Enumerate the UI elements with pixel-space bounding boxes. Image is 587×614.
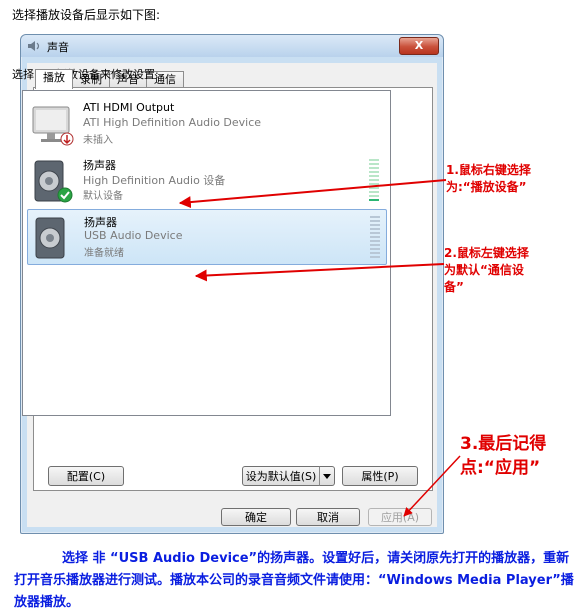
device-item-speaker-hd[interactable]: 扬声器 High Definition Audio 设备 默认设备	[27, 153, 385, 207]
set-default-button[interactable]: 设为默认值(S)	[242, 466, 320, 486]
device-description: ATI High Definition Audio Device	[83, 116, 262, 129]
annotation-1-line-2: 为:“播放设备”	[446, 180, 527, 194]
device-status: 准备就绪	[84, 248, 124, 259]
annotation-3-line-1: 3.最后记得	[460, 434, 547, 454]
device-status: 默认设备	[83, 191, 123, 202]
chevron-down-icon	[323, 474, 331, 479]
device-description: USB Audio Device	[84, 229, 183, 242]
tab-playback[interactable]: 播放	[35, 69, 73, 89]
annotation-1: 1.鼠标右键选择 为:“播放设备”	[446, 162, 531, 196]
device-item-speaker-usb[interactable]: 扬声器 USB Audio Device 准备就绪	[27, 209, 387, 265]
annotation-3-line-2: 点:“应用”	[460, 458, 541, 478]
close-button[interactable]: X	[399, 37, 439, 55]
properties-button[interactable]: 属性(P)	[342, 466, 418, 486]
annotation-1-line-1: 1.鼠标右键选择	[446, 163, 531, 177]
level-meter	[370, 216, 380, 258]
level-meter	[369, 159, 379, 201]
device-name: ATI HDMI Output	[83, 101, 175, 114]
hdmi-monitor-icon	[32, 106, 74, 146]
annotation-2-line-2: 为默认“通信设	[444, 263, 524, 277]
speaker-icon	[34, 160, 73, 203]
annotation-2-line-1: 2.鼠标左键选择	[444, 246, 529, 260]
ok-button[interactable]: 确定	[221, 508, 291, 526]
annotation-3: 3.最后记得 点:“应用”	[460, 432, 546, 480]
device-description: High Definition Audio 设备	[83, 174, 226, 187]
device-item-hdmi[interactable]: ATI HDMI Output ATI High Definition Audi…	[27, 97, 385, 151]
device-list[interactable]: ATI HDMI Output ATI High Definition Audi…	[22, 90, 391, 416]
window-title: 声音	[47, 41, 69, 54]
device-status: 未插入	[83, 135, 113, 146]
speaker-icon	[28, 41, 40, 51]
apply-button[interactable]: 应用(A)	[368, 508, 432, 526]
annotation-2-line-3: 备”	[444, 280, 464, 294]
annotation-2: 2.鼠标左键选择 为默认“通信设 备”	[444, 245, 529, 296]
set-default-dropdown[interactable]	[319, 466, 335, 486]
cancel-button[interactable]: 取消	[296, 508, 360, 526]
footer-instructions: 选择 非 “USB Audio Device”的扬声器。设置好后，请关闭原先打开…	[14, 551, 574, 610]
configure-button[interactable]: 配置(C)	[48, 466, 124, 486]
instruction-text: 选择以下播放设备来修改设置:	[12, 68, 159, 81]
speaker-icon	[35, 217, 65, 259]
title-bar[interactable]: 声音 X	[21, 35, 443, 57]
device-name: 扬声器	[84, 216, 117, 229]
device-name: 扬声器	[83, 159, 116, 172]
intro-text: 选择播放设备后显示如下图:	[12, 8, 161, 22]
